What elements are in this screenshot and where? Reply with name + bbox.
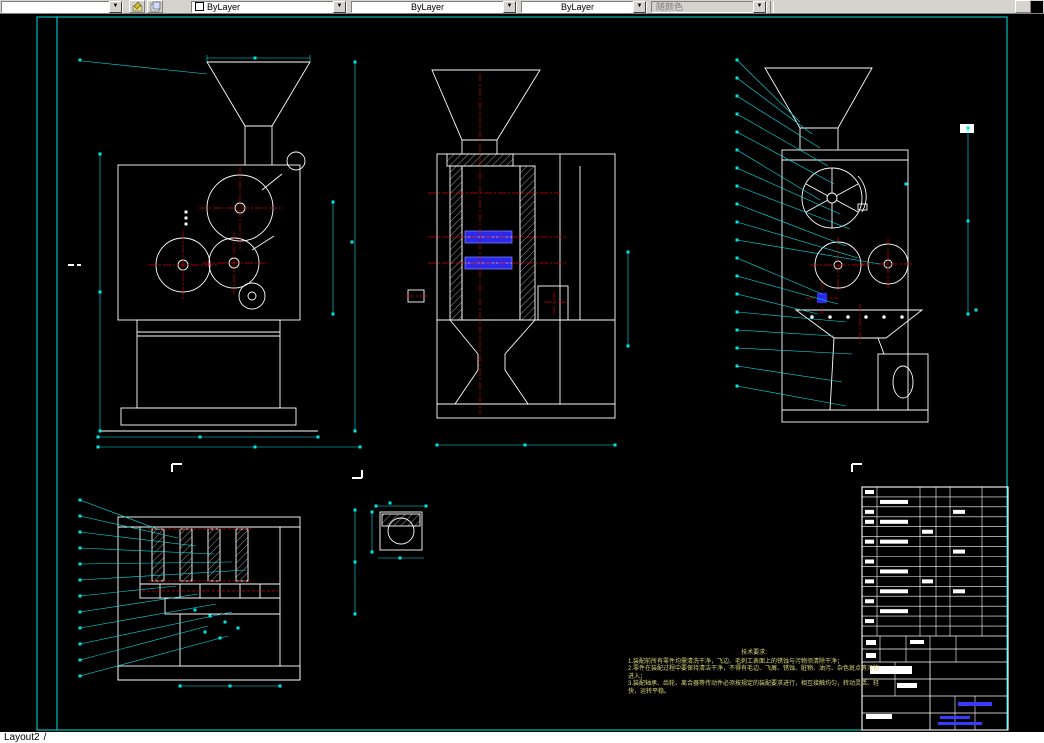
chevron-down-icon[interactable]: ▼ bbox=[633, 0, 646, 13]
chevron-down-icon[interactable]: ▼ bbox=[109, 0, 122, 13]
section-marks bbox=[68, 264, 862, 479]
make-layer-current-button[interactable] bbox=[129, 0, 145, 13]
side-view-selected-grip[interactable] bbox=[817, 293, 827, 303]
notes-line: 2.零件在装配过程中要保持清洁干净，不得有毛边、飞屑、锈蚀、脏物、油污、杂色斑点… bbox=[628, 666, 880, 680]
notes-line: 3.装配轴承、齿轮、离合器等传动件必须按规定的装配要求进行，相互接触均匀，转动灵… bbox=[628, 681, 880, 695]
layer-combo[interactable]: ▼ bbox=[1, 0, 123, 13]
color-combo[interactable]: ByLayer ▼ bbox=[191, 0, 347, 13]
layers-icon bbox=[150, 1, 160, 12]
drawing-canvas[interactable]: 技术要求: 1.装配前所有零件均需清洗干净，飞边、毛刺工表面上的锈蚀与污物须清除… bbox=[0, 14, 1044, 731]
layout-tabs-bar: Layout2 / bbox=[0, 731, 1044, 743]
lineweight-combo[interactable]: ByLayer ▼ bbox=[521, 0, 647, 13]
chevron-down-icon[interactable]: ▼ bbox=[333, 0, 346, 13]
side-view-centerlines bbox=[806, 237, 914, 344]
autocad-window: ▼ ByLayer ▼ ByLayer ▼ ByLayer ▼ 随颜色 ▼ 技术… bbox=[0, 0, 1044, 743]
plotstyle-combo-value: 随颜色 bbox=[656, 1, 684, 12]
plan-section-leader-lines bbox=[78, 498, 247, 678]
layer-current-icon bbox=[132, 1, 142, 12]
notes-title: 技术要求: bbox=[741, 650, 767, 656]
color-combo-value: ByLayer bbox=[207, 1, 241, 12]
window-corner-block bbox=[1031, 0, 1043, 13]
chevron-down-icon: ▼ bbox=[753, 0, 766, 13]
side-view[interactable] bbox=[764, 67, 974, 423]
object-properties-toolbar: ▼ ByLayer ▼ ByLayer ▼ ByLayer ▼ 随颜色 ▼ bbox=[0, 0, 1044, 14]
section-view[interactable] bbox=[407, 69, 616, 419]
front-view[interactable] bbox=[100, 61, 318, 432]
section-view-centerlines bbox=[406, 74, 568, 414]
grip-squares[interactable] bbox=[78, 56, 978, 688]
chevron-down-icon[interactable]: ▼ bbox=[503, 0, 516, 13]
layout-tab[interactable]: Layout2 bbox=[4, 732, 40, 743]
cad-drawing[interactable] bbox=[0, 14, 1044, 731]
layer-previous-button[interactable] bbox=[147, 0, 163, 13]
plan-section-view[interactable] bbox=[117, 516, 301, 681]
title-block bbox=[861, 486, 1009, 731]
toolbar-separator bbox=[770, 0, 774, 13]
notes-line: 1.装配前所有零件均需清洗干净，飞边、毛刺工表面上的锈蚀与污物须清除干净； bbox=[628, 658, 844, 665]
linetype-combo[interactable]: ByLayer ▼ bbox=[351, 0, 517, 13]
tab-divider: / bbox=[43, 732, 47, 743]
linetype-combo-value: ByLayer bbox=[410, 1, 445, 12]
plotstyle-combo: 随颜色 ▼ bbox=[651, 0, 767, 13]
color-swatch bbox=[195, 2, 204, 11]
side-view-leader-lines bbox=[735, 58, 881, 407]
lineweight-combo-value: ByLayer bbox=[560, 1, 595, 12]
technical-notes: 技术要求: 1.装配前所有零件均需清洗干净，飞边、毛刺工表面上的锈蚀与污物须清除… bbox=[628, 650, 880, 696]
toolbar-button[interactable] bbox=[1015, 0, 1031, 13]
detail-view[interactable] bbox=[379, 511, 423, 551]
